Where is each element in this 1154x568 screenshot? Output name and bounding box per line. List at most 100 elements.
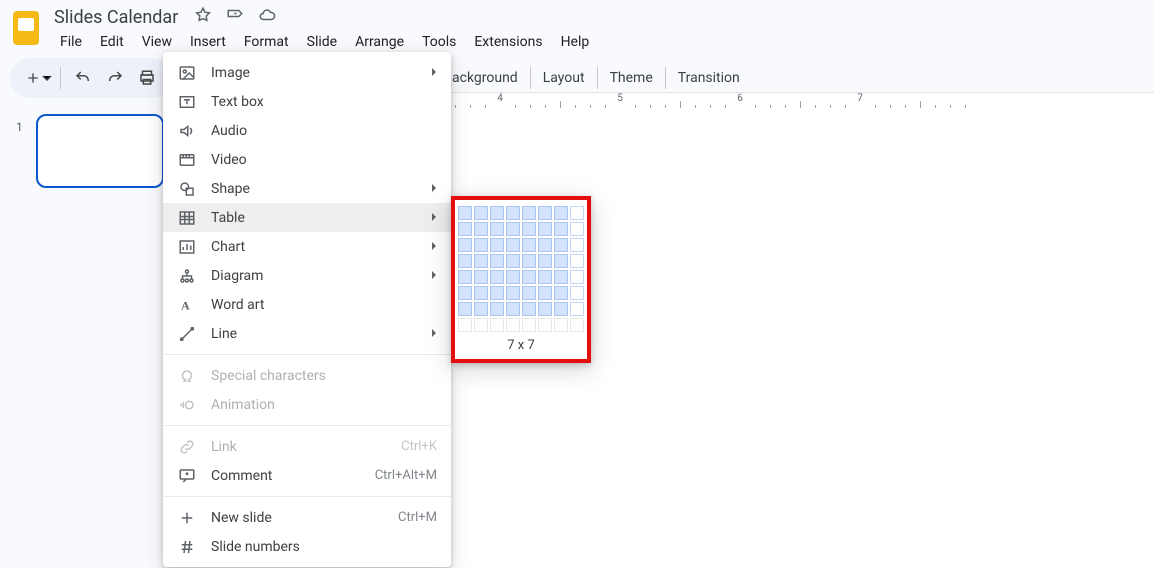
menu-edit[interactable]: Edit <box>92 30 132 54</box>
transition-button[interactable]: Transition <box>666 64 752 92</box>
insert-new-slide[interactable]: New slideCtrl+M <box>163 503 451 532</box>
table-cell[interactable] <box>570 254 584 268</box>
table-cell[interactable] <box>522 222 536 236</box>
table-cell[interactable] <box>474 254 488 268</box>
table-cell[interactable] <box>490 238 504 252</box>
table-cell[interactable] <box>554 270 568 284</box>
table-cell[interactable] <box>554 302 568 316</box>
insert-audio[interactable]: Audio <box>163 116 451 145</box>
cloud-icon[interactable] <box>258 6 276 28</box>
table-cell[interactable] <box>538 286 552 300</box>
table-cell[interactable] <box>522 270 536 284</box>
table-cell[interactable] <box>570 302 584 316</box>
new-slide-button[interactable] <box>24 64 52 92</box>
insert-table[interactable]: Table <box>163 203 451 232</box>
insert-text-box[interactable]: Text box <box>163 87 451 116</box>
table-cell[interactable] <box>506 254 520 268</box>
menu-insert[interactable]: Insert <box>182 30 234 54</box>
table-cell[interactable] <box>506 206 520 220</box>
table-cell[interactable] <box>474 286 488 300</box>
table-cell[interactable] <box>554 286 568 300</box>
insert-shape[interactable]: Shape <box>163 174 451 203</box>
menu-arrange[interactable]: Arrange <box>347 30 412 54</box>
table-cell[interactable] <box>490 254 504 268</box>
table-cell[interactable] <box>458 254 472 268</box>
table-cell[interactable] <box>490 302 504 316</box>
table-cell[interactable] <box>570 222 584 236</box>
table-cell[interactable] <box>458 206 472 220</box>
table-cell[interactable] <box>522 206 536 220</box>
insert-diagram[interactable]: Diagram <box>163 261 451 290</box>
move-icon[interactable] <box>226 6 244 28</box>
table-cell[interactable] <box>554 254 568 268</box>
background-button[interactable]: ackground <box>440 64 530 92</box>
table-cell[interactable] <box>538 254 552 268</box>
insert-image[interactable]: Image <box>163 58 451 87</box>
insert-video[interactable]: Video <box>163 145 451 174</box>
table-cell[interactable] <box>458 318 472 332</box>
menu-file[interactable]: File <box>52 30 90 54</box>
table-cell[interactable] <box>538 302 552 316</box>
table-cell[interactable] <box>554 206 568 220</box>
table-cell[interactable] <box>506 302 520 316</box>
table-cell[interactable] <box>474 206 488 220</box>
table-cell[interactable] <box>458 270 472 284</box>
redo-button[interactable] <box>101 64 129 92</box>
table-cell[interactable] <box>522 254 536 268</box>
undo-button[interactable] <box>69 64 97 92</box>
slide-thumbnail[interactable] <box>36 114 164 188</box>
insert-comment[interactable]: CommentCtrl+Alt+M <box>163 461 451 490</box>
print-button[interactable] <box>133 64 161 92</box>
table-cell[interactable] <box>474 318 488 332</box>
menu-extensions[interactable]: Extensions <box>466 30 550 54</box>
table-cell[interactable] <box>522 286 536 300</box>
table-cell[interactable] <box>554 238 568 252</box>
menu-help[interactable]: Help <box>553 30 598 54</box>
table-cell[interactable] <box>474 270 488 284</box>
theme-button[interactable]: Theme <box>598 64 665 92</box>
table-cell[interactable] <box>506 286 520 300</box>
table-cell[interactable] <box>490 206 504 220</box>
table-cell[interactable] <box>490 286 504 300</box>
table-cell[interactable] <box>458 286 472 300</box>
table-cell[interactable] <box>474 302 488 316</box>
menu-view[interactable]: View <box>134 30 180 54</box>
table-cell[interactable] <box>538 206 552 220</box>
table-cell[interactable] <box>570 206 584 220</box>
menu-slide[interactable]: Slide <box>299 30 345 54</box>
table-cell[interactable] <box>458 302 472 316</box>
table-cell[interactable] <box>458 238 472 252</box>
table-cell[interactable] <box>506 222 520 236</box>
insert-line[interactable]: Line <box>163 319 451 348</box>
table-cell[interactable] <box>522 318 536 332</box>
slides-app-icon[interactable] <box>8 10 44 46</box>
insert-slide-numbers[interactable]: Slide numbers <box>163 532 451 561</box>
layout-button[interactable]: Layout <box>531 64 597 92</box>
insert-word-art[interactable]: AWord art <box>163 290 451 319</box>
table-cell[interactable] <box>538 222 552 236</box>
table-cell[interactable] <box>490 270 504 284</box>
table-cell[interactable] <box>554 318 568 332</box>
table-cell[interactable] <box>570 318 584 332</box>
insert-chart[interactable]: Chart <box>163 232 451 261</box>
table-cell[interactable] <box>570 286 584 300</box>
star-icon[interactable] <box>194 6 212 28</box>
table-cell[interactable] <box>538 238 552 252</box>
table-cell[interactable] <box>522 302 536 316</box>
table-cell[interactable] <box>474 222 488 236</box>
table-cell[interactable] <box>474 238 488 252</box>
table-cell[interactable] <box>490 222 504 236</box>
table-cell[interactable] <box>490 318 504 332</box>
table-cell[interactable] <box>458 222 472 236</box>
table-cell[interactable] <box>554 222 568 236</box>
table-cell[interactable] <box>506 238 520 252</box>
menu-tools[interactable]: Tools <box>414 30 464 54</box>
table-cell[interactable] <box>506 270 520 284</box>
document-title[interactable]: Slides Calendar <box>52 7 180 28</box>
table-cell[interactable] <box>538 318 552 332</box>
table-cell[interactable] <box>570 238 584 252</box>
table-cell[interactable] <box>538 270 552 284</box>
table-cell[interactable] <box>522 238 536 252</box>
table-cell[interactable] <box>506 318 520 332</box>
menu-format[interactable]: Format <box>236 30 297 54</box>
